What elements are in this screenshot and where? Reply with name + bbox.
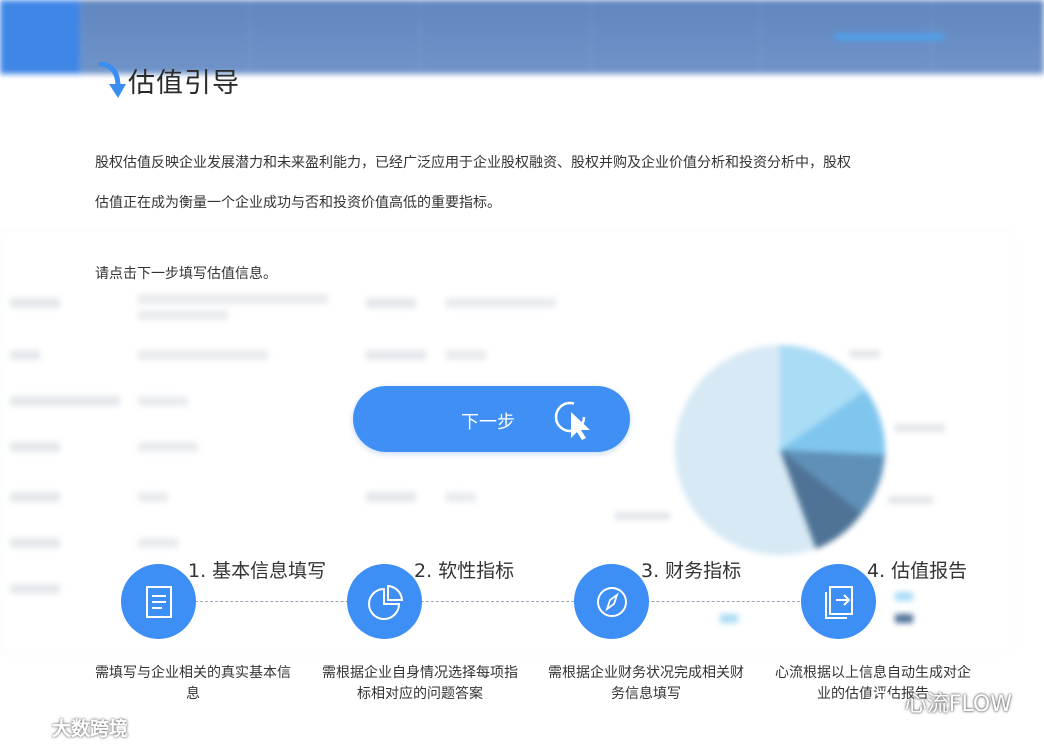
step-2-circle — [347, 564, 422, 639]
nav-user-bar — [834, 34, 944, 40]
step-3-circle — [574, 564, 649, 639]
pie-label — [888, 496, 933, 504]
pie-label — [850, 350, 880, 358]
step-3-description: 需根据企业财务状况完成相关财务信息填写 — [548, 665, 744, 702]
wechat-icon — [869, 691, 898, 713]
page-title: 估值引导 — [128, 68, 240, 99]
brand-logo-icon — [10, 717, 48, 735]
next-step-button[interactable]: 下一步 — [353, 386, 630, 452]
pie-label — [895, 424, 945, 432]
background-form-row — [10, 532, 570, 556]
nav-active-tab[interactable] — [0, 0, 80, 74]
step-1-description: 需填写与企业相关的真实基本信息 — [95, 665, 291, 702]
background-form-row — [10, 344, 570, 368]
watermark-right-text: 心流FLOW — [904, 692, 1012, 717]
nav-item-3[interactable] — [420, 0, 591, 74]
legend-swatch — [720, 614, 738, 623]
watermark-left: 大数跨境 — [8, 714, 128, 741]
background-form-row — [10, 486, 570, 510]
nav-user-area[interactable] — [824, 28, 994, 46]
report-export-icon — [824, 585, 853, 619]
instruction-text: 请点击下一步填写估值信息。 — [95, 266, 277, 282]
steps-connector-line — [160, 601, 840, 602]
pie-label — [615, 512, 670, 520]
pie-chart-icon — [367, 584, 403, 620]
next-step-label: 下一步 — [461, 412, 515, 433]
step-4-title: 4. 估值报告 — [867, 560, 968, 582]
nav-item-4[interactable] — [590, 0, 761, 74]
legend-swatch — [895, 614, 913, 623]
step-2-title: 2. 软性指标 — [414, 560, 515, 582]
curved-arrow-down-icon — [98, 61, 126, 98]
document-icon — [145, 585, 172, 618]
step-3-title: 3. 财务指标 — [641, 560, 742, 582]
legend-swatch — [895, 592, 913, 601]
watermark-right: 心流FLOW — [869, 686, 1012, 718]
nav-item-2[interactable] — [250, 0, 421, 74]
background-pie-chart — [675, 345, 886, 555]
watermark-left-text: 大数跨境 — [52, 718, 129, 740]
intro-text-line-2: 估值正在成为衡量一个企业成功与否和投资价值高低的重要指标。 — [95, 195, 501, 211]
step-1-title: 1. 基本信息填写 — [188, 560, 327, 582]
step-4-circle — [801, 564, 876, 639]
pointer-click-icon — [554, 401, 590, 440]
step-2-description: 需根据企业自身情况选择每项指标相对应的问题答案 — [322, 665, 518, 702]
step-1-circle — [121, 564, 196, 639]
background-form-row — [10, 292, 570, 320]
intro-text-line-1: 股权估值反映企业发展潜力和未来盈利能力，已经广泛应用于企业股权融资、股权并购及企… — [95, 155, 851, 171]
compass-icon — [596, 586, 627, 617]
guide-title-block: 估值引导 — [96, 56, 240, 100]
